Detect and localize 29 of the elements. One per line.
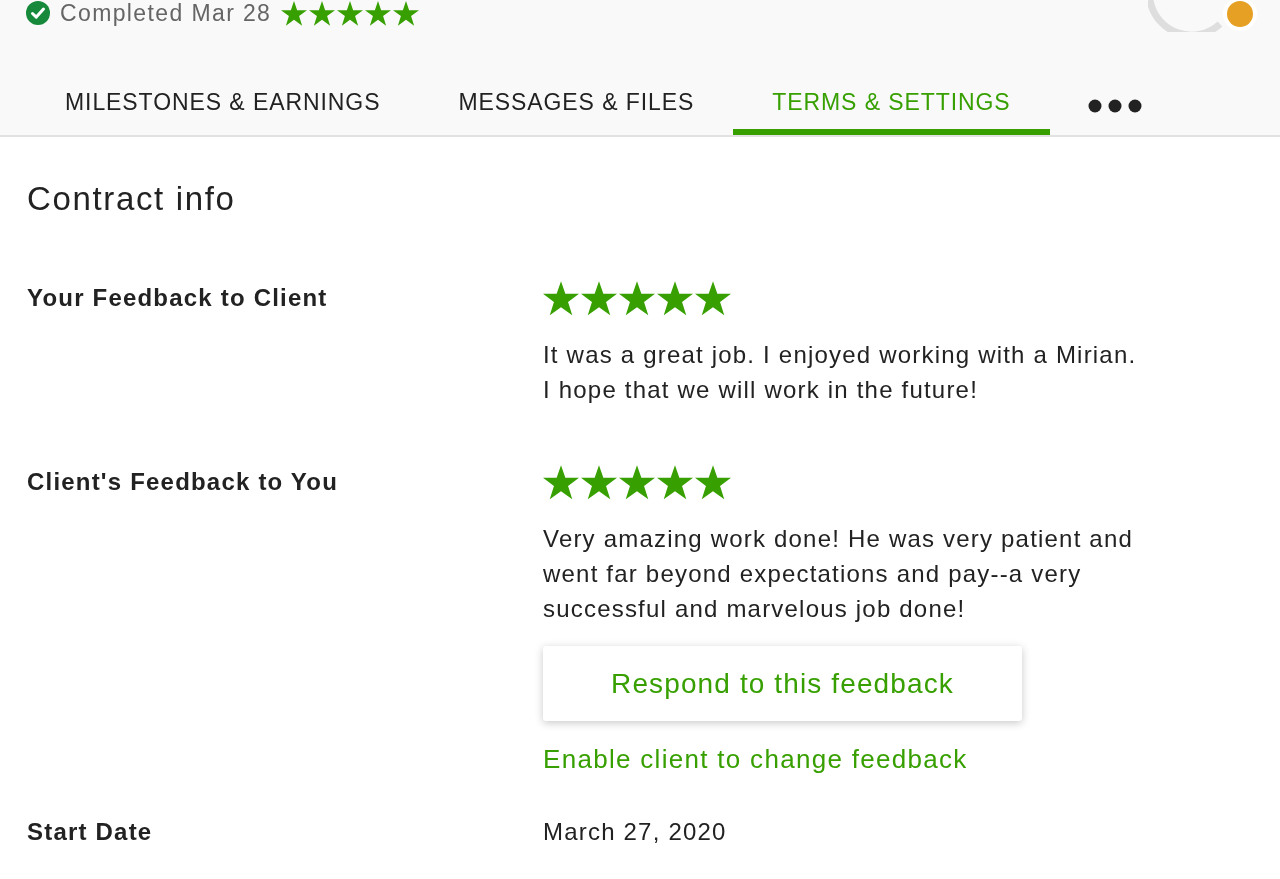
star-icon (337, 0, 364, 26)
tab[interactable]: TERMS & SETTINGS (733, 34, 1050, 135)
star-icon (281, 0, 308, 26)
respond-button[interactable]: Respond to this feedback (543, 646, 1022, 721)
star-icon (619, 281, 655, 316)
row-value: March 27, 2020 (543, 817, 727, 847)
tab[interactable]: MILESTONES & EARNINGS (26, 34, 420, 135)
star-icon (309, 0, 336, 26)
star-icon (657, 281, 693, 316)
star-icon (657, 465, 693, 500)
star-icon (581, 281, 617, 316)
feedback-comment: It was a great job. I enjoyed working with a Mirian. I hope that we will work in the future! (543, 340, 1138, 405)
star-icon (543, 281, 579, 316)
star-icon (695, 465, 731, 500)
star-icon (581, 465, 617, 500)
row-label: Your Feedback to Client (27, 283, 328, 313)
feedback-comment: Very amazing work done! He was very patient and went far beyond expectations and pay--a very successful and marvelous job done! (543, 524, 1134, 624)
star-icon (393, 0, 420, 26)
star-icon (365, 0, 392, 26)
more-icon[interactable] (1087, 99, 1142, 113)
section-title: Contract info (27, 179, 236, 219)
status-text: Completed Mar 28 (60, 0, 272, 26)
star-icon (619, 465, 655, 500)
star-icon (695, 281, 731, 316)
enable-change-link[interactable]: Enable client to change feedback (543, 744, 968, 774)
row-label: Start Date (27, 817, 153, 847)
tab[interactable]: MESSAGES & FILES (419, 34, 734, 135)
star-icon (543, 465, 579, 500)
row-label: Client's Feedback to You (27, 467, 338, 497)
